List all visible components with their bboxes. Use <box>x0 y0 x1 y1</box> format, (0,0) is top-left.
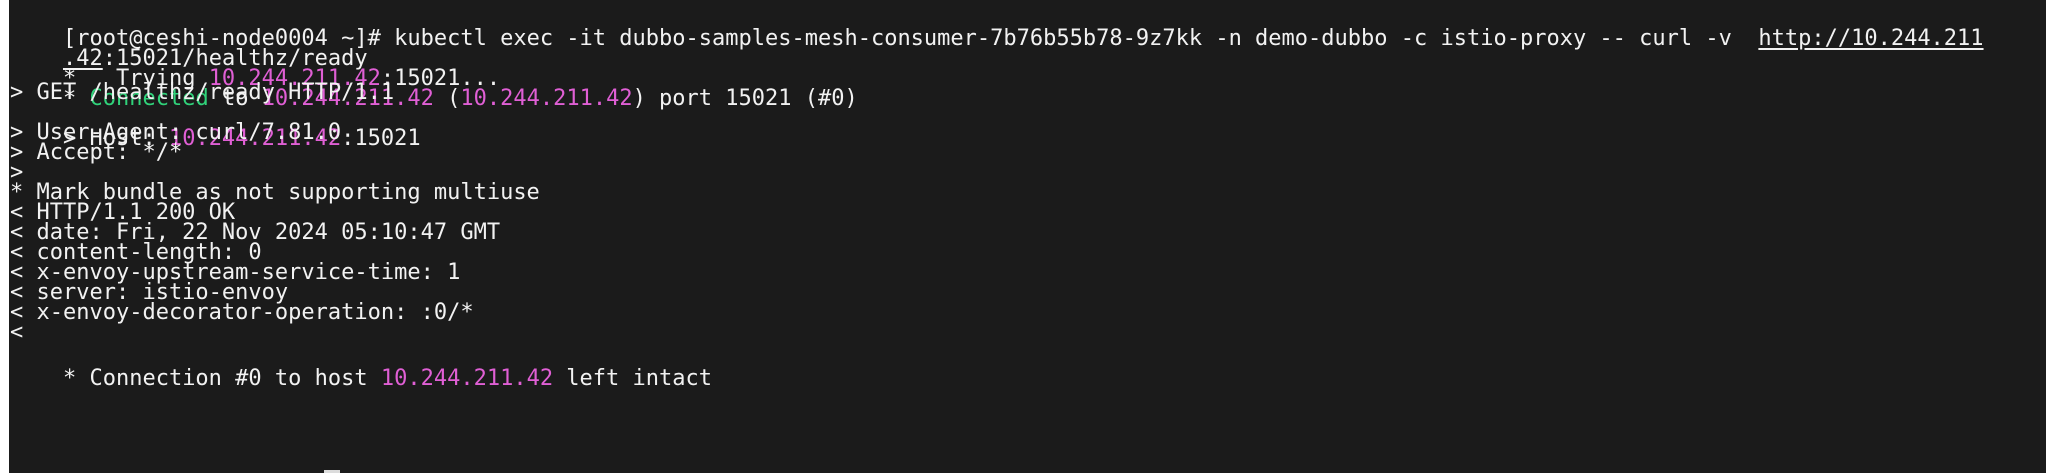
url-link[interactable]: http://10.244.211 <box>1758 26 1983 51</box>
output-text: ) port 15021 (#0) <box>632 86 858 111</box>
response-header-decorator: < x-envoy-decorator-operation: :0/* <box>10 300 474 325</box>
left-border <box>0 0 9 473</box>
ip-address: 10.244.211.42 <box>380 366 554 391</box>
request-header-accept: > Accept: */* <box>10 140 183 165</box>
output-text: ( <box>433 86 461 111</box>
output-line-connection-left: * Connection #0 to host 10.244.211.42 le… <box>10 340 712 391</box>
output-text: left intact <box>553 366 713 391</box>
command-text: kubectl exec -it dubbo-samples-mesh-cons… <box>394 26 1759 51</box>
ip-address: 10.244.211.42 <box>460 86 633 111</box>
output-text: * Connection #0 to host <box>62 366 381 391</box>
terminal-window[interactable]: [root@ceshi-node0004 ~]# kubectl exec -i… <box>0 0 2046 473</box>
output-text: :15021 <box>341 126 421 151</box>
